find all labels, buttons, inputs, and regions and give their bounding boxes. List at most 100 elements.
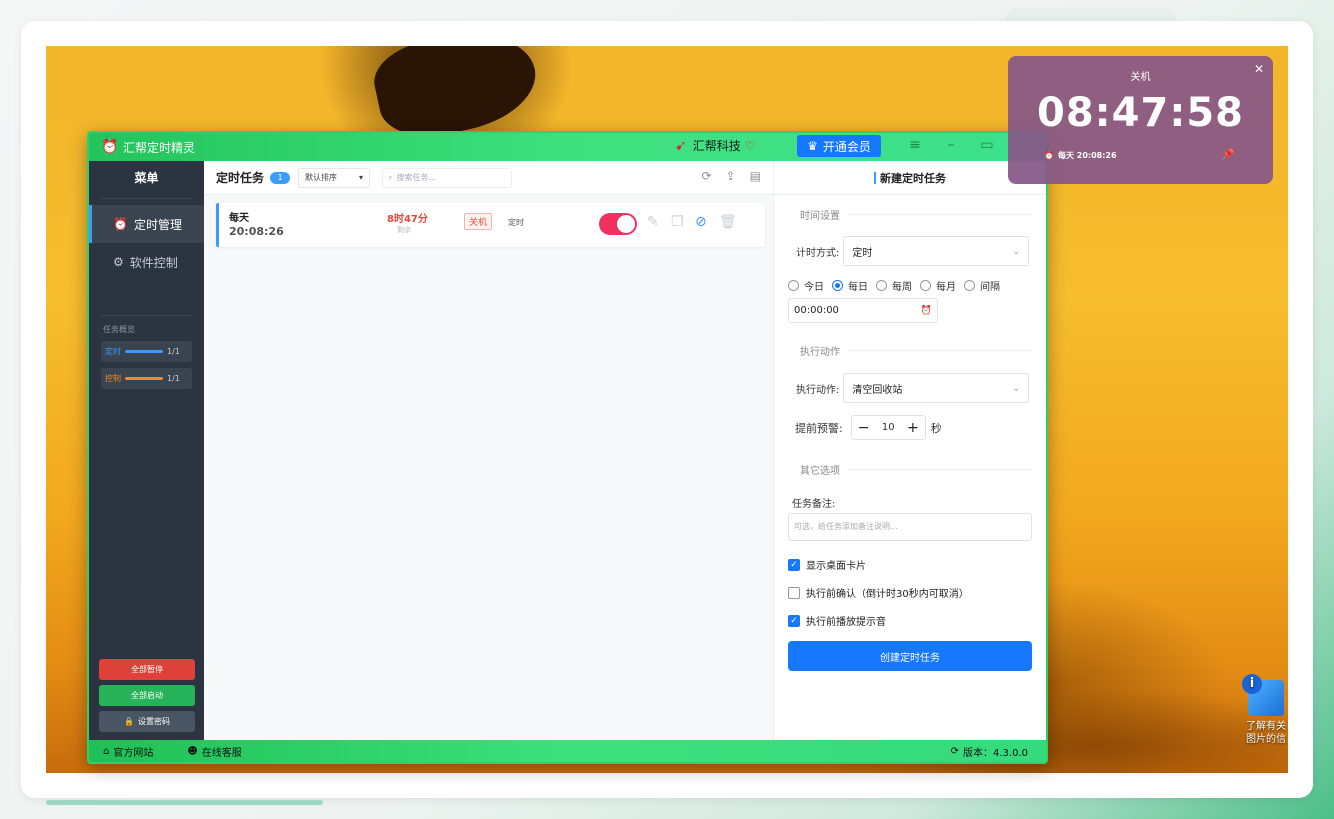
section-time: 时间设置 [788, 207, 1032, 222]
pin-icon[interactable]: 📌 [1221, 148, 1235, 161]
website-link[interactable]: ⌂ 官方网站 [103, 744, 153, 759]
action-row: 执行动作: 清空回收站 ⌄ [796, 373, 1032, 403]
close-icon[interactable]: ✕ [1254, 62, 1264, 76]
plus-icon[interactable]: + [907, 420, 919, 436]
repeat-options: 今日 每日 每周 每月 间隔 [788, 278, 1046, 293]
radio-weekly[interactable]: 每周 [876, 278, 912, 293]
action-select[interactable]: 清空回收站 ⌄ [843, 373, 1030, 403]
app-title: 汇帮定时精灵 [123, 140, 196, 155]
stat-timer: 定时 1/1 [101, 341, 192, 362]
desktop-countdown-card[interactable]: 关机 ✕ 08:47:58 ⏰ 每天 20:08:26 📌 [1008, 56, 1273, 184]
stat-control: 控制 1/1 [101, 368, 192, 389]
set-password-button[interactable]: 🔒 设置密码 [99, 711, 195, 732]
note-label: 任务备注: [792, 499, 836, 510]
maximize-icon[interactable]: ▭ [977, 137, 997, 153]
edit-icon[interactable]: ✎ [647, 214, 659, 230]
card-schedule: ⏰ 每天 20:08:26 [1044, 150, 1117, 161]
check-desktop-card[interactable]: ✓ 显示桌面卡片 [788, 557, 1046, 572]
radio-label: 每月 [936, 282, 956, 293]
brand[interactable]: ➹ 汇帮科技 ♡ [675, 137, 756, 154]
section-time-label: 时间设置 [800, 211, 840, 222]
check-confirm[interactable]: 执行前确认（倒计时30秒内可取消） [788, 585, 1046, 600]
sidebar-item-timer[interactable]: ⏰ 定时管理 [89, 205, 204, 243]
sort-label: 默认排序 [305, 173, 338, 182]
refresh-icon[interactable]: ⟳ [702, 169, 712, 183]
caret-down-icon: ▾ [359, 173, 364, 182]
delete-icon[interactable]: 🗑 [719, 214, 737, 230]
card-title: 关机 [1130, 72, 1151, 83]
radio-monthly[interactable]: 每月 [920, 278, 956, 293]
new-task-panel: 新建定时任务 时间设置 计时方式: 定时 ⌄ 今日 每日 每周 每月 间隔 00… [773, 161, 1046, 740]
radio-label: 间隔 [980, 282, 1000, 293]
sort-select[interactable]: 默认排序 ▾ [298, 167, 371, 188]
stat-bar [125, 377, 163, 380]
search-placeholder: 搜索任务... [396, 173, 437, 182]
pause-all-button[interactable]: 全部暂停 [99, 659, 195, 680]
radio-interval[interactable]: 间隔 [964, 278, 1000, 293]
chevron-down-icon: ⌄ [1011, 382, 1021, 394]
heart-icon: ♡ [744, 138, 756, 153]
vip-button[interactable]: ♛ 开通会员 [797, 135, 881, 157]
desktop-icon-image-info[interactable]: i 了解有关图片的信 [1242, 674, 1288, 746]
disable-icon[interactable]: ⊘ [695, 214, 707, 230]
radio-label: 每日 [848, 282, 868, 293]
section-other-label: 其它选项 [800, 466, 840, 477]
check-sound[interactable]: ✓ 执行前播放提示音 [788, 613, 1046, 628]
website-label: 官方网站 [113, 747, 154, 759]
search-input[interactable]: ⌕ 搜索任务... [382, 167, 513, 188]
copy-icon[interactable]: ❐ [671, 214, 684, 230]
radio-label: 每周 [892, 282, 912, 293]
warn-label: 提前预警: [795, 421, 843, 435]
title-bar: ⏰ 汇帮定时精灵 ➹ 汇帮科技 ♡ ♛ 开通会员 ≡ – ▭ [89, 133, 1046, 161]
sidebar-title: 菜单 [101, 161, 192, 199]
card-countdown: 08:47:58 [1037, 90, 1244, 136]
task-time: 20:08:26 [229, 225, 284, 238]
time-value: 00:00:00 [794, 305, 839, 316]
task-name: 每天 [229, 213, 249, 224]
check-label: 执行前确认（倒计时30秒内可取消） [806, 589, 969, 600]
minus-icon[interactable]: − [858, 420, 870, 436]
time-input[interactable]: 00:00:00 ⏰ [788, 298, 938, 323]
sidebar-item-label: 软件控制 [129, 255, 178, 270]
stat-value: 1/1 [167, 347, 180, 356]
version-info[interactable]: ⟳ 版本：4.3.0.0 [951, 744, 1028, 759]
task-row[interactable]: 每天 20:08:26 8时47分 剩余 关机 定时 ✎ ❐ ⊘ 🗑 [216, 203, 765, 247]
overview-label: 任务概览 [103, 325, 135, 334]
warn-stepper[interactable]: − 10 + [850, 415, 926, 440]
lock-icon: 🔒 [124, 717, 134, 726]
export-icon[interactable]: ⇪ [726, 169, 736, 183]
task-list-panel: 定时任务 1 默认排序 ▾ ⌕ 搜索任务... ⟳ ⇪ ▤ 每天 20:08:2… [204, 161, 773, 740]
task-action-tag: 关机 [464, 213, 493, 230]
task-remaining-label: 剩余 [397, 226, 411, 234]
checkbox-empty-icon [788, 586, 800, 599]
new-task-title-text: 新建定时任务 [880, 171, 946, 185]
support-label: 在线客服 [201, 747, 242, 759]
note-input[interactable]: 可选，给任务添加备注说明... [788, 513, 1032, 541]
sidebar-item-control[interactable]: ⚙ 软件控制 [89, 243, 204, 281]
log-icon[interactable]: ▤ [750, 169, 761, 183]
sidebar: 菜单 ⏰ 定时管理 ⚙ 软件控制 任务概览 定时 1/1 控制 1/1 全部暂停… [89, 161, 204, 740]
sidebar-divider [101, 315, 192, 316]
stat-label: 定时 [105, 347, 121, 356]
timing-mode-select[interactable]: 定时 ⌄ [843, 236, 1030, 266]
brand-name: 汇帮科技 [692, 139, 741, 153]
image-info-icon: i [1242, 674, 1284, 716]
check-label: 显示桌面卡片 [806, 561, 866, 572]
footer: ⌂ 官方网站 ☻ 在线客服 ⟳ 版本：4.3.0.0 [89, 740, 1046, 762]
action-value: 清空回收站 [852, 384, 903, 396]
action-label: 执行动作: [796, 384, 840, 396]
warn-value[interactable]: 10 [882, 422, 895, 433]
alarm-clock-icon: ⏰ [101, 139, 119, 155]
start-all-button[interactable]: 全部启动 [99, 685, 195, 706]
radio-daily[interactable]: 每日 [832, 278, 868, 293]
create-task-button[interactable]: 创建定时任务 [788, 641, 1032, 671]
brand-logo-icon: ➹ [675, 137, 687, 154]
desktop-icon-label: 了解有关图片的信 [1246, 721, 1286, 745]
minimize-icon[interactable]: – [941, 137, 961, 153]
version-label: 版本：4.3.0.0 [963, 747, 1028, 759]
refresh-icon: ⟳ [950, 745, 959, 757]
task-enable-toggle[interactable] [599, 213, 637, 235]
support-link[interactable]: ☻ 在线客服 [187, 744, 241, 759]
menu-icon[interactable]: ≡ [905, 137, 925, 153]
radio-today[interactable]: 今日 [788, 278, 824, 293]
